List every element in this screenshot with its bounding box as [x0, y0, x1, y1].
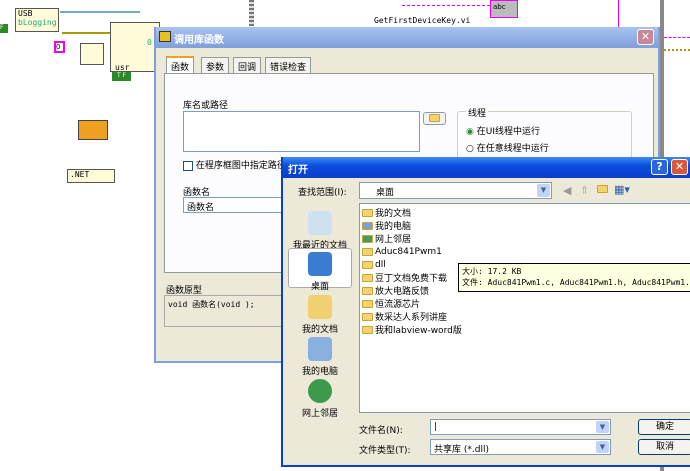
net-node[interactable]: .NET [67, 169, 115, 183]
labview-icon [159, 31, 171, 42]
wire [402, 5, 490, 6]
places-bar: 我最近的文档 桌面 我的文档 我的电脑 网上邻居 [288, 203, 354, 457]
my-documents-icon [308, 295, 332, 319]
numeric-constant[interactable]: 0 [54, 41, 65, 53]
look-in-select[interactable]: 桌面 ▼ [359, 182, 552, 199]
list-item[interactable]: 网上邻居 [362, 232, 411, 245]
list-item[interactable]: dll [362, 258, 386, 271]
wire [60, 11, 140, 13]
desktop-icon [308, 252, 332, 276]
chevron-down-icon: ▼ [596, 441, 609, 453]
specify-path-checkbox[interactable]: 在程序框图中指定路径 [183, 158, 286, 171]
file-tooltip: 大小: 17.2 KB 文件: Aduc841Pwm1.c, Aduc841Pw… [458, 263, 690, 292]
radio-selected-icon: ◉ [466, 127, 474, 137]
close-button[interactable]: ✕ [671, 159, 688, 175]
folder-icon [362, 273, 373, 282]
place-my-documents[interactable]: 我的文档 [288, 295, 352, 335]
thread-label: 线程 [466, 106, 489, 119]
list-item[interactable]: 放大电路反馈 [362, 284, 429, 297]
list-item[interactable]: 豆丁文档免费下载 [362, 271, 447, 284]
folder-icon [362, 299, 373, 308]
folder-icon [362, 286, 373, 295]
list-item[interactable]: 我的电脑 [362, 219, 411, 232]
radio-ui-thread[interactable]: ◉ 在UI线程中运行 [466, 124, 540, 137]
vi-name-label: GetFirstDeviceKey.vi [374, 16, 471, 25]
string-node[interactable]: abc [490, 0, 518, 18]
computer-icon [362, 221, 373, 230]
usb-property-node[interactable]: USB bLogging [15, 8, 59, 32]
file-list: 我的文档 我的电脑 网上邻居 Aduc841Pwm1 dll 豆丁文档免费下载 … [359, 203, 690, 413]
list-item[interactable]: 数采达人系列讲座 [362, 310, 447, 323]
ok-button[interactable]: 确定 [638, 419, 690, 435]
open-file-dialog: 打开 ? ✕ 查找范围(I): 桌面 ▼ ◀ ⇑ ▦▾ 我最近的文档 桌面 我的文… [281, 157, 690, 467]
help-button[interactable]: ? [651, 159, 668, 175]
my-computer-icon [308, 337, 332, 361]
place-desktop[interactable]: 桌面 [288, 248, 352, 292]
folder-icon [362, 208, 373, 217]
tab-callbacks[interactable]: 回调 [233, 57, 262, 73]
chevron-down-icon: ▼ [596, 421, 609, 433]
look-in-label: 查找范围(I): [298, 188, 347, 198]
format-node[interactable] [80, 43, 104, 65]
structure-border [249, 0, 254, 26]
filename-label: 文件名(N): [359, 426, 403, 436]
list-item[interactable]: 恒流源芯片 [362, 297, 420, 310]
library-path-label: 库名或路径 [183, 101, 229, 111]
cancel-button[interactable]: 取消 [638, 439, 690, 455]
tab-error-checking[interactable]: 错误检查 [265, 57, 312, 73]
wire [664, 49, 690, 51]
network-icon [362, 234, 373, 243]
wire [664, 37, 690, 38]
list-item[interactable]: Aduc841Pwm1 [362, 245, 442, 258]
tab-parameters[interactable]: 参数 [201, 57, 230, 73]
view-menu-icon[interactable]: ▦▾ [614, 183, 630, 196]
filetype-select[interactable]: 共享库 (*.dll) ▼ [430, 439, 611, 455]
library-path-input[interactable] [183, 111, 420, 152]
chevron-down-icon: ▼ [537, 184, 550, 197]
folder-icon [362, 260, 373, 269]
filename-input[interactable]: | ▼ [430, 419, 611, 435]
folder-icon [362, 325, 373, 334]
close-button[interactable]: ✕ [637, 29, 654, 45]
back-icon[interactable]: ◀ [563, 184, 571, 197]
folder-icon [362, 247, 373, 256]
wire [618, 0, 619, 27]
call-library-node[interactable]: 0 usr [110, 22, 160, 72]
bool-constant[interactable]: F [0, 24, 8, 33]
dialog-title: 打开 [283, 157, 690, 178]
place-recent[interactable]: 我最近的文档 [288, 211, 352, 251]
place-network[interactable]: 网上邻居 [288, 379, 352, 419]
radio-icon: ○ [466, 144, 474, 154]
folder-icon [362, 312, 373, 321]
radio-any-thread[interactable]: ○ 在任意线程中运行 [466, 141, 549, 154]
dialog-title: 调用库函数 [156, 27, 658, 48]
filetype-label: 文件类型(T): [359, 446, 411, 456]
recent-docs-icon [308, 211, 332, 235]
browse-button[interactable] [423, 112, 446, 125]
tab-function[interactable]: 函数 [166, 56, 195, 74]
checkbox-icon [183, 160, 193, 171]
new-folder-icon[interactable] [597, 185, 608, 196]
list-item[interactable]: 我和labview-word版 [362, 323, 462, 336]
list-item[interactable]: 我的文档 [362, 206, 411, 219]
folder-icon [429, 114, 440, 122]
place-my-computer[interactable]: 我的电脑 [288, 337, 352, 377]
bool-constant-tf[interactable]: T F [112, 72, 131, 81]
up-folder-icon[interactable]: ⇑ [580, 184, 589, 197]
network-icon [308, 379, 332, 403]
orange-node[interactable] [78, 120, 108, 140]
